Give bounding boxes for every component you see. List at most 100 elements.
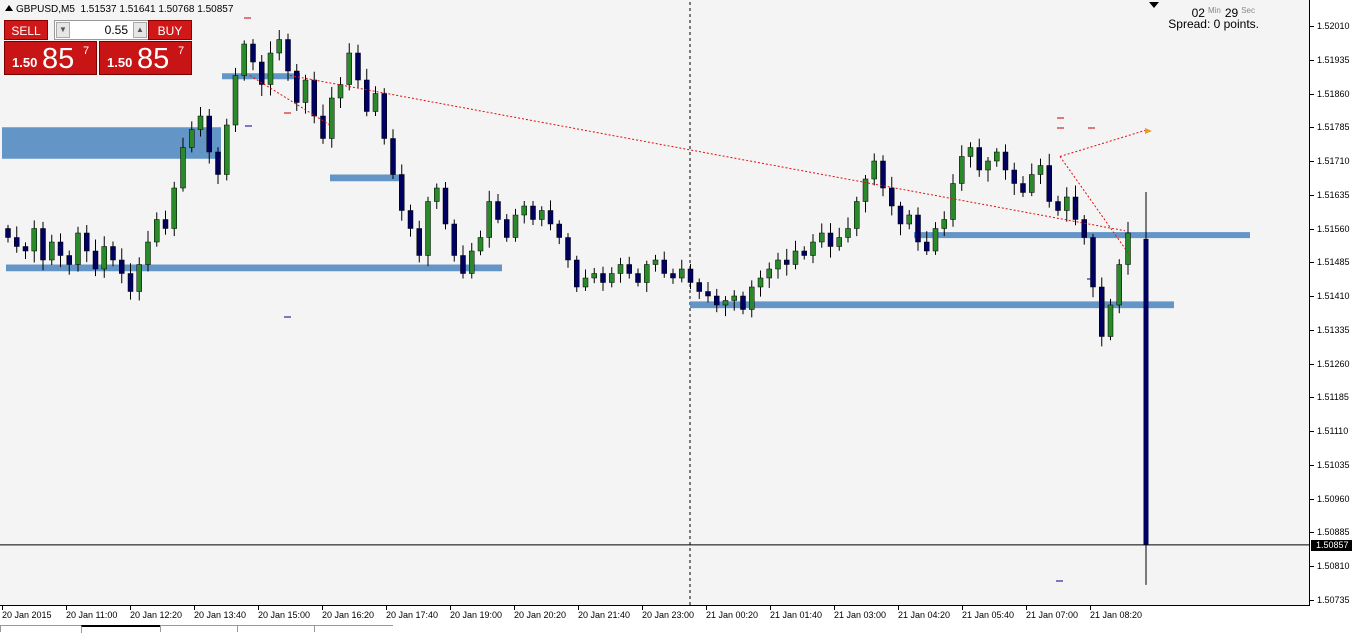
time-tick-label: 21 Jan 08:20 [1090, 610, 1143, 620]
candle-body [565, 237, 571, 261]
ohlc-readout: 1.51537 1.51641 1.50768 1.50857 [80, 4, 234, 15]
price-tick-label: 1.51485 [1317, 257, 1350, 268]
time-tick-label: 21 Jan 03:00 [834, 610, 887, 620]
timer-min-label: Min [1207, 6, 1221, 15]
candle-body [574, 259, 580, 288]
candle-body [556, 223, 562, 238]
sell-price-button[interactable]: 1.50 85 7 [4, 41, 97, 75]
price-tick-mark [1310, 194, 1314, 196]
candle-body [189, 129, 195, 148]
candle-body [154, 219, 160, 243]
candle-body [504, 219, 510, 238]
candle-body [1116, 264, 1122, 306]
candle-body [836, 237, 842, 247]
price-tick-label: 1.51185 [1317, 392, 1349, 403]
candle-body [547, 210, 554, 225]
time-tick-mark [514, 606, 515, 610]
candle-body [1029, 174, 1035, 193]
candle-body [294, 70, 300, 103]
lot-size-input[interactable]: ▼ 0.55 ▲ [54, 20, 149, 40]
price-tick-mark [1310, 532, 1314, 534]
time-tick-label: 20 Jan 19:00 [450, 610, 503, 620]
candle-body [232, 75, 239, 126]
buy-price-small: 1.50 [107, 55, 133, 70]
candle-body [679, 268, 685, 279]
buy-price-button[interactable]: 1.50 85 7 [99, 41, 192, 75]
candle-body [145, 241, 151, 265]
candle-body [582, 277, 589, 288]
candle-body [784, 259, 790, 265]
candle-body [967, 147, 974, 157]
lot-increase-icon[interactable]: ▲ [133, 22, 147, 38]
candlestick-chart[interactable] [0, 0, 1310, 606]
price-tick-mark [1310, 296, 1314, 297]
current-price-label: 1.50857 [1311, 539, 1352, 551]
time-tick-mark [834, 606, 835, 610]
sell-button[interactable]: SELL [4, 20, 48, 40]
candle-body [390, 138, 396, 175]
candle-body [1099, 286, 1105, 337]
candle-body [364, 79, 370, 112]
candle-body [259, 61, 265, 85]
time-tick-mark [130, 606, 131, 610]
candle-body [600, 273, 606, 283]
time-tick-mark [194, 606, 195, 610]
candle-body [162, 219, 169, 229]
price-tick-mark [1310, 127, 1314, 129]
candle-body [486, 201, 492, 238]
time-tick-label: 20 Jan 17:40 [386, 610, 439, 620]
lot-decrease-icon[interactable]: ▼ [56, 22, 70, 38]
time-tick-label: 21 Jan 07:00 [1026, 610, 1079, 620]
price-tick-mark [1310, 228, 1314, 230]
candle-body [591, 273, 597, 279]
time-tick-mark [386, 606, 387, 610]
chart-plot-area[interactable]: GBPUSD,M5 1.51537 1.51641 1.50768 1.5085… [0, 0, 1310, 606]
price-tick-mark [1310, 59, 1314, 61]
candle-body [539, 210, 545, 220]
candle-body [31, 228, 37, 252]
price-tick-label: 1.51335 [1317, 324, 1350, 335]
candle-body [801, 250, 807, 256]
candle-body [127, 273, 134, 292]
candle-body [775, 259, 781, 270]
price-tick-mark [1310, 464, 1314, 466]
lot-value[interactable]: 0.55 [71, 21, 132, 39]
candle-body [696, 282, 702, 292]
time-tick-label: 21 Jan 04:20 [898, 610, 951, 620]
price-tick-label: 1.50885 [1317, 527, 1350, 538]
candle-body [915, 214, 921, 243]
sr-zone [2, 127, 221, 159]
time-tick-label: 20 Jan 20:20 [514, 610, 567, 620]
chart-window[interactable]: GBPUSD,M5 1.51537 1.51641 1.50768 1.5085… [0, 0, 1357, 633]
trendline [289, 75, 1126, 232]
time-tick-mark [66, 606, 67, 610]
candle-body [285, 39, 291, 72]
trendline [1059, 129, 1149, 157]
time-tick-label: 20 Jan 11:00 [66, 610, 118, 620]
price-tick-label: 1.51035 [1317, 459, 1350, 470]
candle-body [1020, 183, 1026, 193]
price-tick-mark [1310, 93, 1314, 95]
candle-body [197, 115, 204, 130]
buy-button[interactable]: BUY [148, 20, 192, 40]
candle-body [425, 201, 431, 256]
candle-body [1107, 304, 1114, 337]
price-tick-mark [1310, 397, 1314, 399]
price-tick-label: 1.51260 [1317, 358, 1350, 369]
price-tick-label: 1.50810 [1317, 561, 1350, 571]
candle-body [626, 264, 632, 274]
price-tick-mark [1310, 363, 1314, 365]
candle-body [512, 214, 519, 238]
chart-tab-active[interactable] [81, 625, 160, 633]
candle-body [224, 124, 230, 175]
candle-body [302, 79, 309, 103]
candle-body [714, 295, 720, 306]
chart-tabs [0, 625, 400, 633]
time-tick-mark [258, 606, 259, 610]
candle-body [889, 187, 895, 207]
chart-shift-marker-icon[interactable] [1149, 2, 1159, 8]
price-tick-label: 1.50735 [1317, 594, 1350, 605]
candle-body [906, 214, 912, 225]
candle-body [250, 43, 256, 63]
sr-zone [330, 174, 402, 182]
